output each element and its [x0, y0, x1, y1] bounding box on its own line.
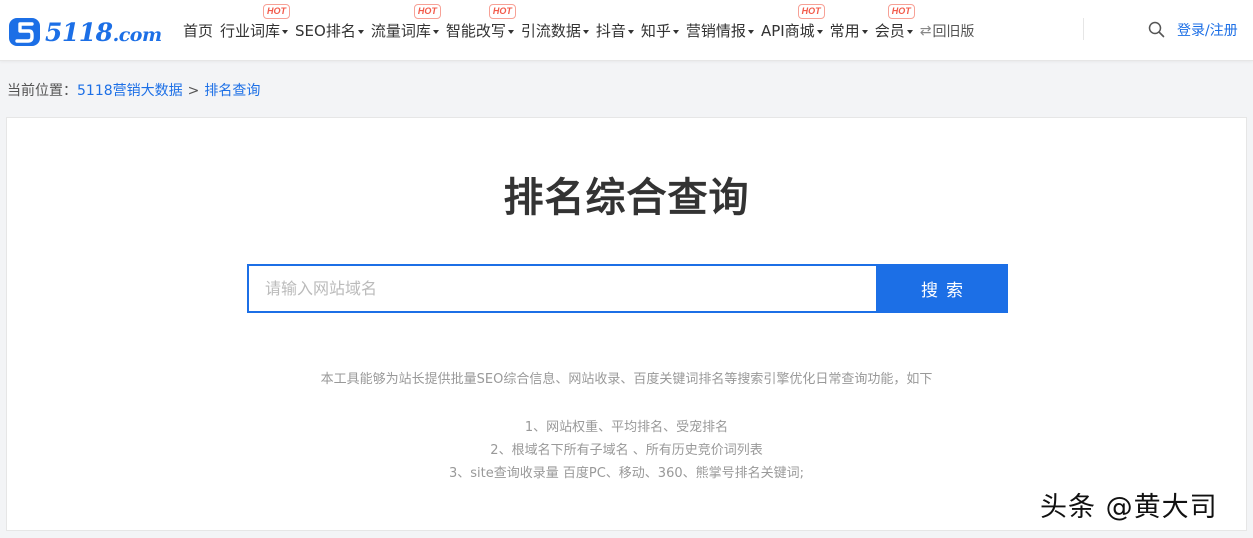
domain-search-input[interactable] — [247, 264, 876, 313]
feature-list: 1、网站权重、平均排名、受宠排名 2、根域名下所有子域名 、所有历史竞价词列表 … — [7, 416, 1246, 485]
nav-divider — [1083, 18, 1084, 40]
hot-badge: HOT — [887, 4, 915, 19]
feature-item: 1、网站权重、平均排名、受宠排名 — [524, 420, 729, 435]
old-version-link[interactable]: ⇄ 回旧版 — [920, 0, 975, 61]
caret-down-icon — [357, 29, 364, 34]
nav-item[interactable]: 引流数据 — [521, 0, 589, 61]
hot-badge: HOT — [797, 4, 825, 19]
main-nav: 首页 行业词库 HOT SEO排名 流量词库 HOT 智能改写 HOT 引流数据 抖音 知乎 营销情报… — [183, 0, 974, 61]
nav-item-label: SEO排名 — [295, 22, 356, 40]
logo-wordmark: 5118.com — [45, 17, 162, 47]
caret-down-icon — [861, 29, 868, 34]
hot-badge: HOT — [488, 4, 516, 19]
nav-item[interactable]: 首页 — [183, 0, 213, 61]
nav-item[interactable]: 常用 — [830, 0, 868, 61]
tool-description: 本工具能够为站长提供批量SEO综合信息、网站收录、百度关键词排名等搜索引擎优化日… — [320, 372, 933, 387]
breadcrumb-prefix: 当前位置： — [7, 83, 77, 99]
caret-down-icon — [282, 29, 289, 34]
caret-down-icon — [582, 29, 589, 34]
caret-down-icon — [432, 29, 439, 34]
nav-item-label: 首页 — [183, 22, 214, 40]
nav-item[interactable]: 营销情报 — [686, 0, 754, 61]
caret-down-icon — [906, 29, 913, 34]
breadcrumb: 当前位置：5118营销大数据 > 排名查询 — [7, 80, 260, 100]
breadcrumb-separator: > — [187, 83, 200, 99]
nav-item-label: 引流数据 — [520, 22, 581, 40]
nav-item-label: 营销情报 — [685, 22, 746, 40]
nav-item-label: 会员 — [874, 22, 905, 40]
logo-icon — [9, 18, 40, 46]
caret-down-icon — [747, 29, 754, 34]
top-navigation-bar: 5118.com 首页 行业词库 HOT SEO排名 流量词库 HOT 智能改写 HOT 引流数… — [0, 0, 1253, 61]
nav-item[interactable]: 抖音 — [596, 0, 634, 61]
site-logo[interactable]: 5118.com — [7, 14, 162, 50]
nav-item[interactable]: SEO排名 — [295, 0, 364, 61]
caret-down-icon — [816, 29, 823, 34]
search-button[interactable]: 搜索 — [876, 264, 1008, 313]
page-title: 排名综合查询 — [503, 175, 750, 221]
nav-item[interactable]: 行业词库 HOT — [220, 0, 291, 61]
nav-item-label: 智能改写 — [445, 22, 506, 40]
search-icon[interactable] — [1148, 21, 1165, 38]
caret-down-icon — [672, 29, 679, 34]
nav-item[interactable]: 会员 HOT — [874, 0, 915, 61]
main-panel: 排名综合查询 搜索 本工具能够为站长提供批量SEO综合信息、网站收录、百度关键词… — [6, 117, 1247, 531]
nav-item-label: API商城 — [760, 22, 815, 40]
nav-item-label: 常用 — [829, 22, 860, 40]
breadcrumb-current-link[interactable]: 排名查询 — [204, 83, 260, 99]
hot-badge: HOT — [413, 4, 441, 19]
caret-down-icon — [627, 29, 634, 34]
breadcrumb-home-link[interactable]: 5118营销大数据 — [77, 83, 183, 99]
caret-down-icon — [507, 29, 514, 34]
watermark: 头条 @黄大司 — [1040, 492, 1218, 523]
search-bar: 搜索 — [247, 264, 1008, 313]
nav-item[interactable]: 智能改写 HOT — [445, 0, 516, 61]
nav-item-label: 流量词库 — [370, 22, 431, 40]
nav-item-label: 行业词库 — [220, 22, 281, 40]
swap-icon: ⇄ — [919, 22, 932, 39]
nav-item[interactable]: 流量词库 HOT — [370, 0, 441, 61]
nav-item[interactable]: API商城 HOT — [760, 0, 825, 61]
hot-badge: HOT — [263, 4, 291, 19]
feature-item: 3、site查询收录量 百度PC、移动、360、熊掌号排名关键词; — [449, 466, 804, 481]
login-register-link[interactable]: 登录/注册 — [1177, 20, 1238, 40]
old-version-label: 回旧版 — [932, 23, 975, 40]
nav-item-label: 抖音 — [595, 22, 626, 40]
feature-item: 2、根域名下所有子域名 、所有历史竞价词列表 — [490, 443, 763, 458]
nav-item[interactable]: 知乎 — [641, 0, 679, 61]
nav-item-label: 知乎 — [640, 22, 671, 40]
